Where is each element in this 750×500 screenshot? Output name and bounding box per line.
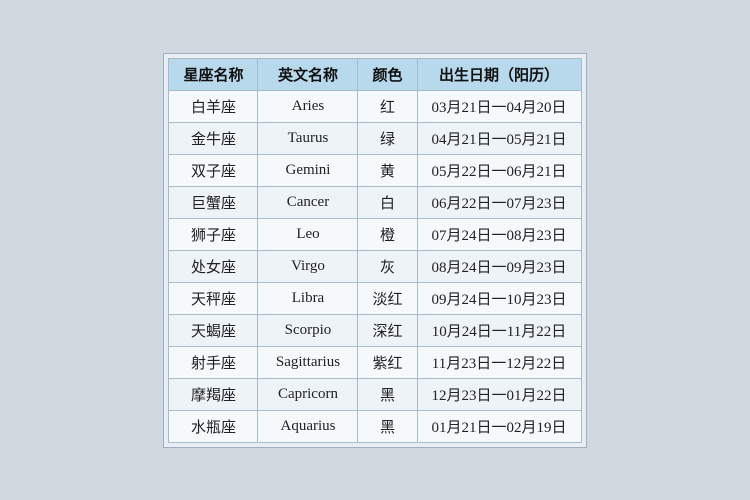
table-row: 摩羯座Capricorn黑12月23日一01月22日 [169,378,581,410]
table-cell: 巨蟹座 [169,186,258,218]
table-cell: 12月23日一01月22日 [417,378,581,410]
table-cell: 射手座 [169,346,258,378]
table-cell: 紫红 [358,346,417,378]
col-header-color: 颜色 [358,58,417,90]
table-cell: 06月22日一07月23日 [417,186,581,218]
table-row: 双子座Gemini黄05月22日一06月21日 [169,154,581,186]
table-row: 金牛座Taurus绿04月21日一05月21日 [169,122,581,154]
table-row: 水瓶座Aquarius黑01月21日一02月19日 [169,410,581,442]
table-row: 射手座Sagittarius紫红11月23日一12月22日 [169,346,581,378]
table-cell: 04月21日一05月21日 [417,122,581,154]
table-cell: 08月24日一09月23日 [417,250,581,282]
table-cell: 09月24日一10月23日 [417,282,581,314]
table-cell: 01月21日一02月19日 [417,410,581,442]
table-cell: Virgo [258,250,358,282]
table-cell: 摩羯座 [169,378,258,410]
table-cell: 11月23日一12月22日 [417,346,581,378]
table-cell: Scorpio [258,314,358,346]
table-cell: 03月21日一04月20日 [417,90,581,122]
col-header-english-name: 英文名称 [258,58,358,90]
table-cell: Capricorn [258,378,358,410]
table-cell: Cancer [258,186,358,218]
table-cell: 红 [358,90,417,122]
table-cell: Aries [258,90,358,122]
table-cell: Taurus [258,122,358,154]
table-cell: 金牛座 [169,122,258,154]
table-cell: 05月22日一06月21日 [417,154,581,186]
table-cell: 白羊座 [169,90,258,122]
table-row: 狮子座Leo橙07月24日一08月23日 [169,218,581,250]
table-cell: 水瓶座 [169,410,258,442]
table-cell: 黑 [358,410,417,442]
table-cell: 07月24日一08月23日 [417,218,581,250]
table-header-row: 星座名称 英文名称 颜色 出生日期（阳历） [169,58,581,90]
col-header-birthdate: 出生日期（阳历） [417,58,581,90]
zodiac-table-container: 星座名称 英文名称 颜色 出生日期（阳历） 白羊座Aries红03月21日一04… [163,53,586,448]
table-cell: 天秤座 [169,282,258,314]
table-cell: 深红 [358,314,417,346]
table-cell: 灰 [358,250,417,282]
table-row: 天蝎座Scorpio深红10月24日一11月22日 [169,314,581,346]
table-row: 天秤座Libra淡红09月24日一10月23日 [169,282,581,314]
table-cell: 双子座 [169,154,258,186]
table-cell: 天蝎座 [169,314,258,346]
table-cell: 白 [358,186,417,218]
table-cell: 绿 [358,122,417,154]
table-row: 白羊座Aries红03月21日一04月20日 [169,90,581,122]
table-row: 巨蟹座Cancer白06月22日一07月23日 [169,186,581,218]
table-cell: Aquarius [258,410,358,442]
table-cell: Sagittarius [258,346,358,378]
table-cell: 黑 [358,378,417,410]
table-row: 处女座Virgo灰08月24日一09月23日 [169,250,581,282]
table-cell: 10月24日一11月22日 [417,314,581,346]
table-cell: Gemini [258,154,358,186]
col-header-chinese-name: 星座名称 [169,58,258,90]
table-cell: 橙 [358,218,417,250]
table-cell: 黄 [358,154,417,186]
table-cell: 淡红 [358,282,417,314]
table-cell: Leo [258,218,358,250]
zodiac-table: 星座名称 英文名称 颜色 出生日期（阳历） 白羊座Aries红03月21日一04… [168,58,581,443]
table-cell: 狮子座 [169,218,258,250]
table-cell: Libra [258,282,358,314]
table-cell: 处女座 [169,250,258,282]
